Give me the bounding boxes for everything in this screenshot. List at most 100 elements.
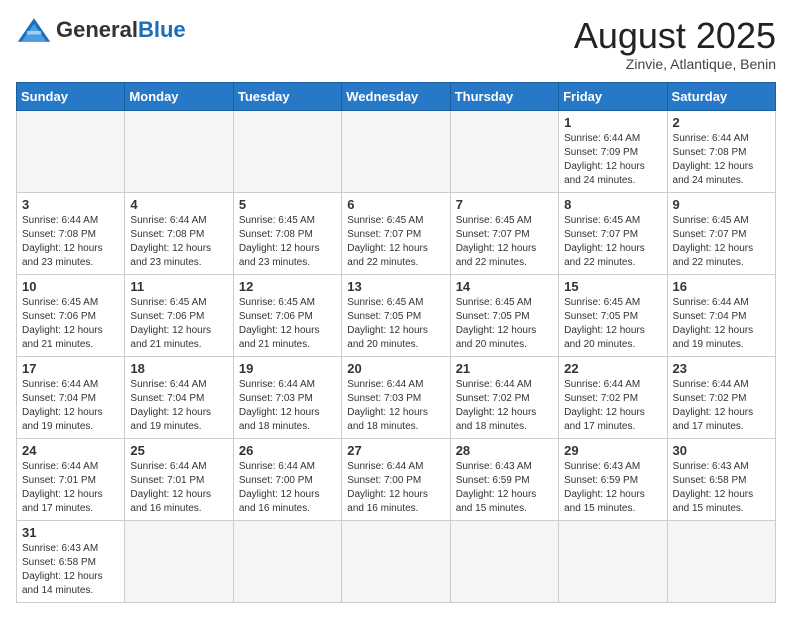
- day-cell: 25Sunrise: 6:44 AM Sunset: 7:01 PM Dayli…: [125, 438, 233, 520]
- day-number: 11: [130, 279, 227, 294]
- day-info: Sunrise: 6:44 AM Sunset: 7:02 PM Dayligh…: [564, 378, 661, 434]
- location: Zinvie, Atlantique, Benin: [574, 56, 776, 72]
- day-cell: [125, 520, 233, 602]
- day-number: 26: [239, 443, 336, 458]
- day-info: Sunrise: 6:45 AM Sunset: 7:06 PM Dayligh…: [22, 296, 119, 352]
- day-cell: 15Sunrise: 6:45 AM Sunset: 7:05 PM Dayli…: [559, 274, 667, 356]
- day-cell: [342, 110, 450, 192]
- day-cell: 23Sunrise: 6:44 AM Sunset: 7:02 PM Dayli…: [667, 356, 775, 438]
- day-cell: 2 Sunrise: 6:44 AM Sunset: 7:08 PM Daylig…: [667, 110, 775, 192]
- day-info: Sunrise: 6:43 AM Sunset: 6:59 PM Dayligh…: [456, 460, 553, 516]
- day-number: 12: [239, 279, 336, 294]
- week-row-2: 3 Sunrise: 6:44 AM Sunset: 7:08 PM Daylig…: [17, 192, 776, 274]
- day-cell: [342, 520, 450, 602]
- day-number: 7: [456, 197, 553, 212]
- day-info: Sunrise: 6:44 AM Sunset: 7:08 PM Dayligh…: [22, 214, 119, 270]
- day-cell: 10 Sunrise: 6:45 AM Sunset: 7:06 PM Dayli…: [17, 274, 125, 356]
- logo-text: GeneralBlue: [56, 17, 186, 43]
- page-header: GeneralBlue August 2025 Zinvie, Atlantiq…: [16, 16, 776, 72]
- day-number: 27: [347, 443, 444, 458]
- day-cell: [450, 110, 558, 192]
- day-info: Sunrise: 6:45 AM Sunset: 7:07 PM Dayligh…: [347, 214, 444, 270]
- day-info: Sunrise: 6:43 AM Sunset: 6:58 PM Dayligh…: [22, 542, 119, 598]
- day-cell: 12 Sunrise: 6:45 AM Sunset: 7:06 PM Dayli…: [233, 274, 341, 356]
- weekday-header-wednesday: Wednesday: [342, 82, 450, 110]
- day-number: 24: [22, 443, 119, 458]
- month-title: August 2025: [574, 16, 776, 56]
- day-cell: 9 Sunrise: 6:45 AM Sunset: 7:07 PM Daylig…: [667, 192, 775, 274]
- weekday-header-thursday: Thursday: [450, 82, 558, 110]
- day-cell: 26 Sunrise: 6:44 AM Sunset: 7:00 PM Dayli…: [233, 438, 341, 520]
- day-info: Sunrise: 6:44 AM Sunset: 7:08 PM Dayligh…: [673, 132, 770, 188]
- day-number: 2: [673, 115, 770, 130]
- week-row-3: 10 Sunrise: 6:45 AM Sunset: 7:06 PM Dayli…: [17, 274, 776, 356]
- day-info: Sunrise: 6:45 AM Sunset: 7:07 PM Dayligh…: [564, 214, 661, 270]
- day-cell: 30Sunrise: 6:43 AM Sunset: 6:58 PM Dayli…: [667, 438, 775, 520]
- day-number: 4: [130, 197, 227, 212]
- day-cell: 4Sunrise: 6:44 AM Sunset: 7:08 PM Daylig…: [125, 192, 233, 274]
- day-info: Sunrise: 6:44 AM Sunset: 7:00 PM Dayligh…: [347, 460, 444, 516]
- day-number: 21: [456, 361, 553, 376]
- day-info: Sunrise: 6:44 AM Sunset: 7:00 PM Dayligh…: [239, 460, 336, 516]
- day-cell: 18Sunrise: 6:44 AM Sunset: 7:04 PM Dayli…: [125, 356, 233, 438]
- weekday-header-monday: Monday: [125, 82, 233, 110]
- day-number: 3: [22, 197, 119, 212]
- day-cell: [233, 110, 341, 192]
- day-cell: 19Sunrise: 6:44 AM Sunset: 7:03 PM Dayli…: [233, 356, 341, 438]
- day-info: Sunrise: 6:45 AM Sunset: 7:05 PM Dayligh…: [564, 296, 661, 352]
- day-cell: 29 Sunrise: 6:43 AM Sunset: 6:59 PM Dayli…: [559, 438, 667, 520]
- day-cell: [233, 520, 341, 602]
- day-number: 29: [564, 443, 661, 458]
- day-info: Sunrise: 6:44 AM Sunset: 7:09 PM Dayligh…: [564, 132, 661, 188]
- day-cell: [125, 110, 233, 192]
- logo-icon: [16, 16, 52, 44]
- day-info: Sunrise: 6:44 AM Sunset: 7:03 PM Dayligh…: [239, 378, 336, 434]
- day-number: 28: [456, 443, 553, 458]
- weekday-header-tuesday: Tuesday: [233, 82, 341, 110]
- day-cell: 11 Sunrise: 6:45 AM Sunset: 7:06 PM Dayli…: [125, 274, 233, 356]
- day-number: 23: [673, 361, 770, 376]
- day-info: Sunrise: 6:45 AM Sunset: 7:06 PM Dayligh…: [130, 296, 227, 352]
- week-row-6: 31Sunrise: 6:43 AM Sunset: 6:58 PM Dayli…: [17, 520, 776, 602]
- day-cell: 8 Sunrise: 6:45 AM Sunset: 7:07 PM Daylig…: [559, 192, 667, 274]
- weekday-header-row: SundayMondayTuesdayWednesdayThursdayFrid…: [17, 82, 776, 110]
- calendar: SundayMondayTuesdayWednesdayThursdayFrid…: [16, 82, 776, 603]
- day-cell: 21 Sunrise: 6:44 AM Sunset: 7:02 PM Dayli…: [450, 356, 558, 438]
- day-info: Sunrise: 6:44 AM Sunset: 7:04 PM Dayligh…: [22, 378, 119, 434]
- day-info: Sunrise: 6:44 AM Sunset: 7:01 PM Dayligh…: [22, 460, 119, 516]
- logo: GeneralBlue: [16, 16, 186, 44]
- day-cell: 5Sunrise: 6:45 AM Sunset: 7:08 PM Daylig…: [233, 192, 341, 274]
- day-number: 5: [239, 197, 336, 212]
- day-cell: [17, 110, 125, 192]
- day-number: 22: [564, 361, 661, 376]
- weekday-header-friday: Friday: [559, 82, 667, 110]
- day-number: 9: [673, 197, 770, 212]
- weekday-header-saturday: Saturday: [667, 82, 775, 110]
- day-number: 10: [22, 279, 119, 294]
- day-cell: 17 Sunrise: 6:44 AM Sunset: 7:04 PM Dayli…: [17, 356, 125, 438]
- day-cell: [450, 520, 558, 602]
- weekday-header-sunday: Sunday: [17, 82, 125, 110]
- day-number: 8: [564, 197, 661, 212]
- day-info: Sunrise: 6:45 AM Sunset: 7:07 PM Dayligh…: [673, 214, 770, 270]
- week-row-5: 24 Sunrise: 6:44 AM Sunset: 7:01 PM Dayli…: [17, 438, 776, 520]
- day-info: Sunrise: 6:43 AM Sunset: 6:59 PM Dayligh…: [564, 460, 661, 516]
- day-number: 1: [564, 115, 661, 130]
- day-info: Sunrise: 6:45 AM Sunset: 7:06 PM Dayligh…: [239, 296, 336, 352]
- day-cell: 13 Sunrise: 6:45 AM Sunset: 7:05 PM Dayli…: [342, 274, 450, 356]
- day-number: 25: [130, 443, 227, 458]
- day-number: 13: [347, 279, 444, 294]
- day-cell: 3 Sunrise: 6:44 AM Sunset: 7:08 PM Daylig…: [17, 192, 125, 274]
- day-cell: [559, 520, 667, 602]
- day-cell: 28 Sunrise: 6:43 AM Sunset: 6:59 PM Dayli…: [450, 438, 558, 520]
- day-cell: 16Sunrise: 6:44 AM Sunset: 7:04 PM Dayli…: [667, 274, 775, 356]
- day-info: Sunrise: 6:44 AM Sunset: 7:04 PM Dayligh…: [673, 296, 770, 352]
- title-block: August 2025 Zinvie, Atlantique, Benin: [574, 16, 776, 72]
- day-number: 17: [22, 361, 119, 376]
- day-info: Sunrise: 6:44 AM Sunset: 7:02 PM Dayligh…: [456, 378, 553, 434]
- day-info: Sunrise: 6:45 AM Sunset: 7:05 PM Dayligh…: [347, 296, 444, 352]
- day-number: 30: [673, 443, 770, 458]
- day-cell: 24 Sunrise: 6:44 AM Sunset: 7:01 PM Dayli…: [17, 438, 125, 520]
- day-cell: 6 Sunrise: 6:45 AM Sunset: 7:07 PM Daylig…: [342, 192, 450, 274]
- day-number: 6: [347, 197, 444, 212]
